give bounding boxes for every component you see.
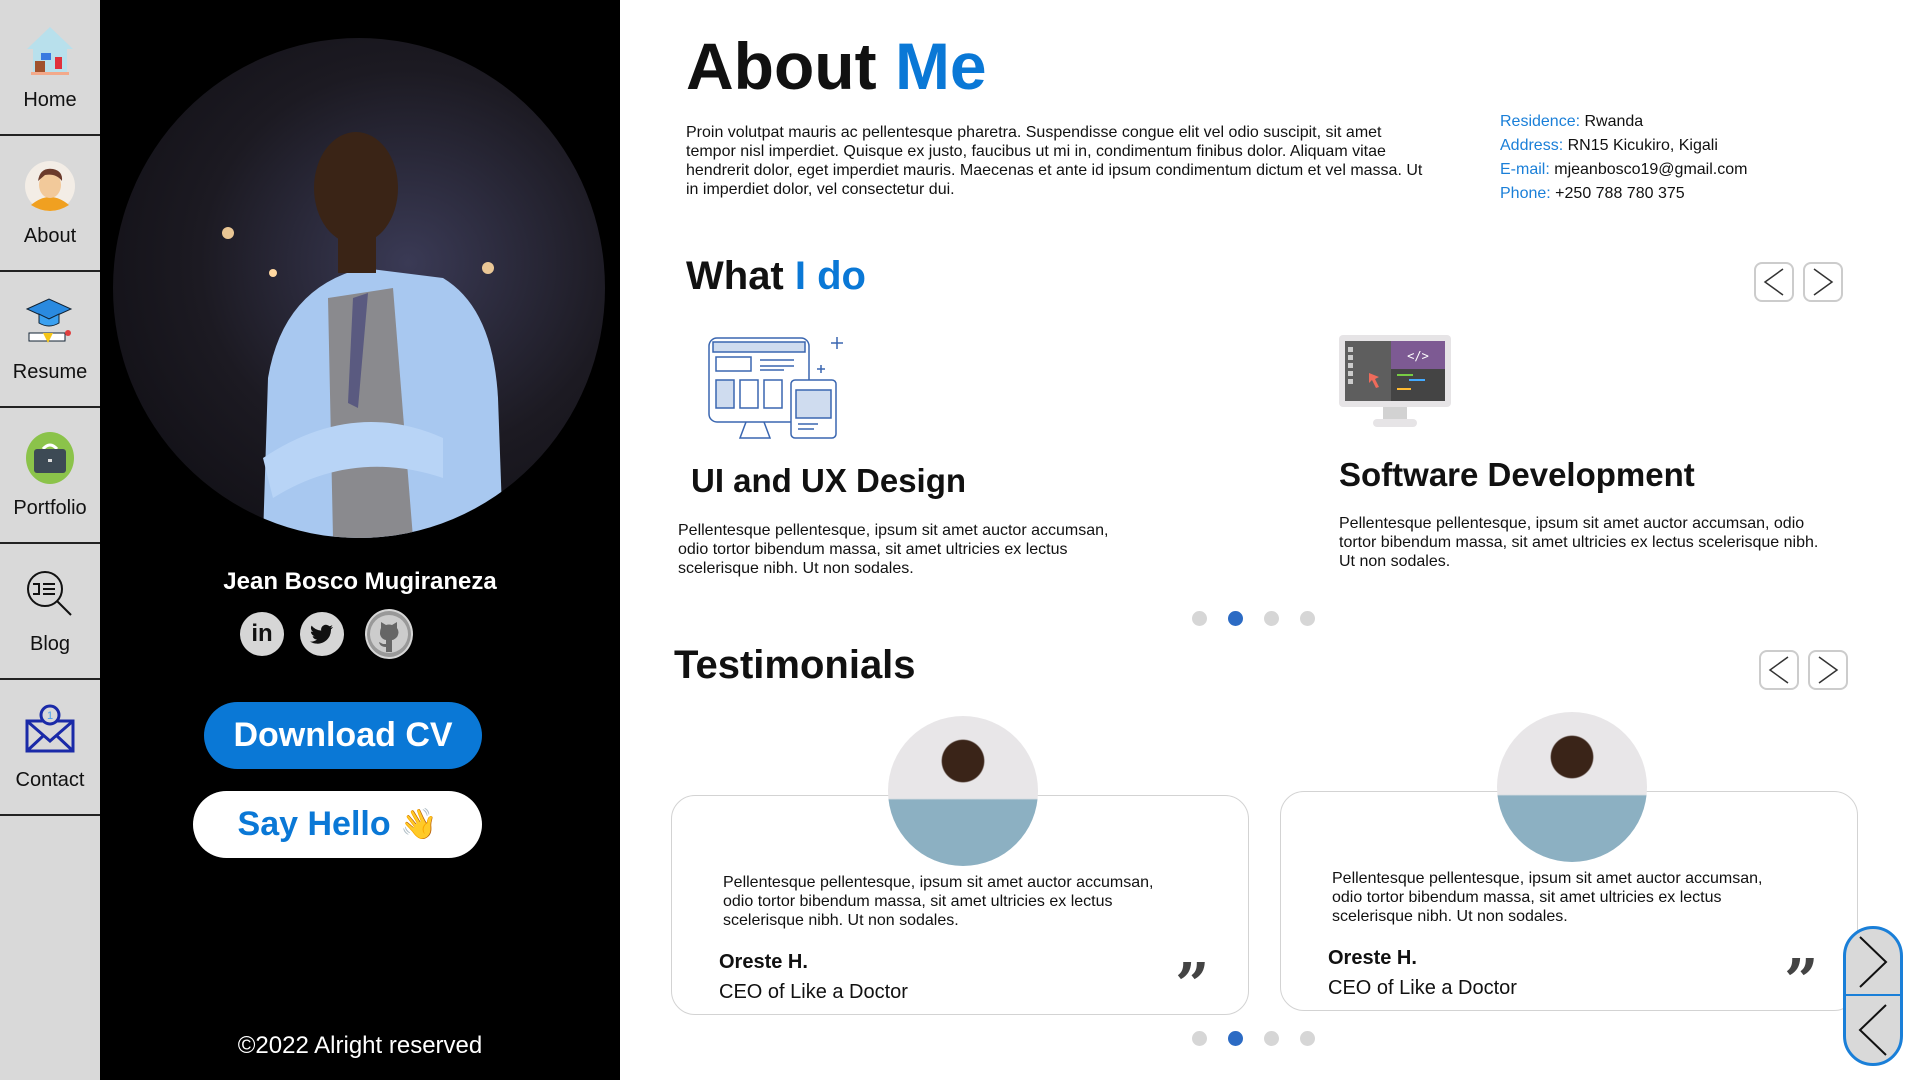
linkedin-icon[interactable]: in bbox=[240, 612, 284, 656]
service-title: Software Development bbox=[1339, 456, 1695, 493]
twitter-icon[interactable] bbox=[300, 612, 344, 656]
home-icon bbox=[27, 26, 73, 75]
search-list-icon bbox=[27, 570, 72, 616]
chevron-right-icon bbox=[1813, 268, 1834, 296]
github-icon[interactable] bbox=[365, 609, 413, 659]
services-next-button[interactable] bbox=[1803, 262, 1843, 302]
chevron-right-icon bbox=[1859, 935, 1888, 988]
pagination-dot-active[interactable] bbox=[1228, 1031, 1243, 1046]
sidebar-item-home[interactable]: Home bbox=[0, 0, 100, 136]
sidebar-item-label: Home bbox=[23, 88, 77, 111]
pagination-dot[interactable] bbox=[1264, 611, 1279, 626]
info-residence: Residence: Rwanda bbox=[1500, 113, 1644, 130]
quote-icon: ” bbox=[1784, 947, 1819, 1017]
testimonial-name: Oreste H. bbox=[719, 951, 808, 973]
profile-name: Jean Bosco Mugiraneza bbox=[223, 568, 497, 595]
sidebar-item-portfolio[interactable]: Portfolio bbox=[0, 408, 100, 544]
profile-photo bbox=[113, 38, 605, 538]
services-prev-button[interactable] bbox=[1754, 262, 1794, 302]
testimonial-name: Oreste H. bbox=[1328, 947, 1417, 969]
chevron-left-icon bbox=[1858, 1003, 1887, 1056]
service-text: Pellentesque pellentesque, ipsum sit ame… bbox=[678, 522, 1109, 577]
chevron-left-icon bbox=[1768, 656, 1789, 684]
testimonial-role: CEO of Like a Doctor bbox=[1328, 977, 1517, 999]
sidebar-item-label: Resume bbox=[12, 360, 88, 383]
testimonial-role: CEO of Like a Doctor bbox=[719, 981, 908, 1003]
pagination-dot[interactable] bbox=[1264, 1031, 1279, 1046]
testimonial-text: Pellentesque pellentesque, ipsum sit ame… bbox=[723, 874, 1154, 929]
pagination-dot[interactable] bbox=[1300, 611, 1315, 626]
services-pagination bbox=[1192, 611, 1315, 626]
testimonials-title: Testimonials bbox=[674, 643, 916, 687]
pagination-dot[interactable] bbox=[1300, 1031, 1315, 1046]
say-hello-label: Say Hello bbox=[237, 805, 391, 843]
about-title: About Me bbox=[686, 29, 987, 103]
sidebar: Home About Resume Portfolio Blog 1 Conta… bbox=[0, 0, 100, 1080]
pagination-dot[interactable] bbox=[1192, 611, 1207, 626]
waving-hand-icon: 👋 bbox=[400, 808, 438, 841]
briefcase-icon bbox=[26, 431, 74, 484]
pagination-dot[interactable] bbox=[1192, 1031, 1207, 1046]
graduation-cap-icon bbox=[25, 297, 73, 343]
info-address: Address: RN15 Kicukiro, Kigali bbox=[1500, 137, 1718, 154]
quote-icon: ” bbox=[1175, 951, 1210, 1021]
sidebar-item-label: Contact bbox=[15, 768, 85, 791]
sidebar-item-label: About bbox=[23, 224, 77, 247]
page-nav-control bbox=[1843, 926, 1903, 1066]
chevron-right-icon bbox=[1818, 656, 1839, 684]
sidebar-item-blog[interactable]: Blog bbox=[0, 544, 100, 680]
svg-text:</>: </> bbox=[1407, 349, 1429, 363]
ui-ux-design-icon bbox=[708, 337, 843, 439]
info-phone: Phone: +250 788 780 375 bbox=[1500, 185, 1685, 202]
testimonial-text: Pellentesque pellentesque, ipsum sit ame… bbox=[1332, 870, 1763, 925]
user-avatar-icon bbox=[25, 160, 75, 211]
svg-text:1: 1 bbox=[47, 710, 53, 722]
sidebar-item-label: Portfolio bbox=[13, 496, 87, 519]
contact-info: Residence: Rwanda Address: RN15 Kicukiro… bbox=[1500, 110, 1747, 206]
service-text: Pellentesque pellentesque, ipsum sit ame… bbox=[1339, 515, 1819, 570]
testimonials-next-button[interactable] bbox=[1808, 650, 1848, 690]
testimonial-avatar bbox=[888, 716, 1038, 866]
prev-page-button[interactable] bbox=[1846, 996, 1900, 1063]
about-text: Proin volutpat mauris ac pellentesque ph… bbox=[686, 124, 1423, 198]
mail-notification-icon: 1 bbox=[25, 704, 75, 752]
sidebar-item-label: Blog bbox=[29, 632, 71, 655]
sidebar-item-about[interactable]: About bbox=[0, 136, 100, 272]
testimonial-avatar bbox=[1497, 712, 1647, 862]
software-development-icon: </> bbox=[1339, 335, 1451, 427]
download-cv-button[interactable]: Download CV bbox=[204, 702, 482, 769]
testimonials-prev-button[interactable] bbox=[1759, 650, 1799, 690]
services-title: What I do bbox=[686, 254, 866, 298]
sidebar-item-contact[interactable]: 1 Contact bbox=[0, 680, 100, 816]
service-title: UI and UX Design bbox=[691, 462, 967, 499]
say-hello-button[interactable]: Say Hello 👋 bbox=[193, 791, 482, 858]
next-page-button[interactable] bbox=[1846, 929, 1900, 996]
footer-copyright: ©2022 Alright reserved bbox=[237, 1032, 483, 1059]
testimonials-pagination bbox=[1192, 1031, 1315, 1046]
pagination-dot-active[interactable] bbox=[1228, 611, 1243, 626]
sidebar-item-resume[interactable]: Resume bbox=[0, 272, 100, 408]
chevron-left-icon bbox=[1763, 268, 1784, 296]
info-email[interactable]: E-mail: mjeanbosco19@gmail.com bbox=[1500, 158, 1747, 182]
